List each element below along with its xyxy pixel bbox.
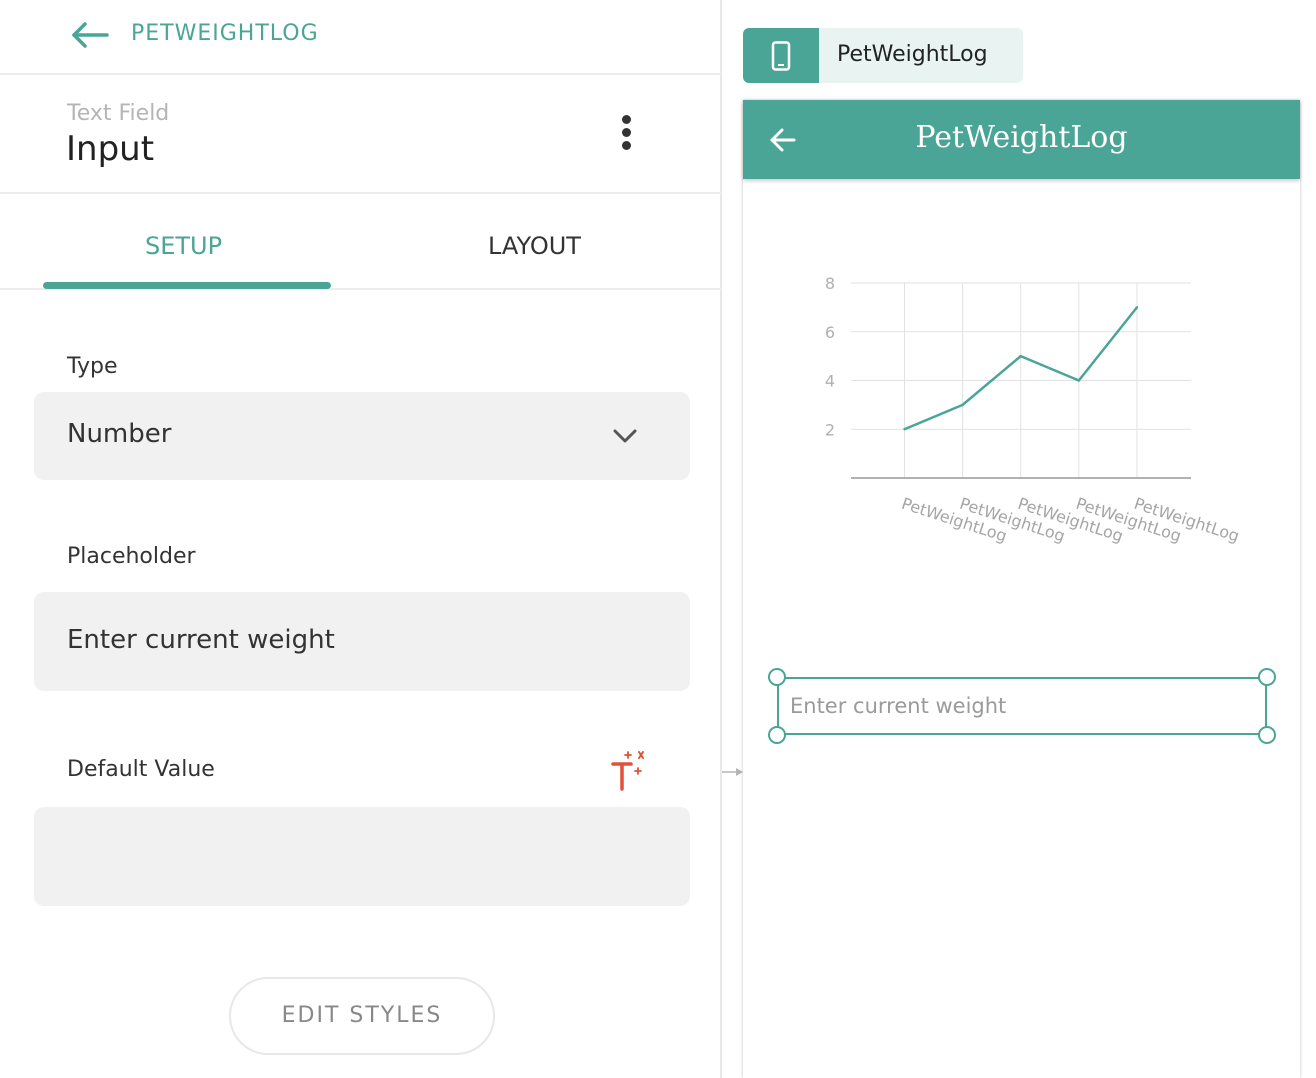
resize-handle-bottom-right[interactable] bbox=[1258, 726, 1276, 744]
chart-y-tick-label: 6 bbox=[825, 323, 835, 342]
connector-arrow-icon bbox=[722, 768, 743, 776]
edit-styles-button[interactable]: EDIT STYLES bbox=[229, 977, 495, 1055]
back-arrow-icon[interactable] bbox=[70, 20, 110, 50]
chevron-down-icon bbox=[613, 429, 637, 443]
phone-icon bbox=[771, 41, 791, 71]
placeholder-input-value: Enter current weight bbox=[67, 625, 335, 655]
chart-data-point bbox=[1135, 306, 1139, 309]
chart-y-tick-label: 8 bbox=[825, 274, 835, 293]
app-header: PetWeightLog bbox=[743, 100, 1300, 179]
chart-data-point bbox=[1077, 379, 1081, 382]
component-type-label: Text Field bbox=[67, 101, 170, 126]
default-value-input[interactable] bbox=[34, 807, 690, 906]
weight-line-chart: 2468PetWeightLogPetWeightLogPetWeightLog… bbox=[825, 274, 1242, 546]
placeholder-label: Placeholder bbox=[67, 544, 196, 569]
resize-handle-bottom-left[interactable] bbox=[768, 726, 786, 744]
type-label: Type bbox=[67, 354, 118, 379]
screen-selector[interactable]: PetWeightLog bbox=[743, 28, 1023, 83]
chip-icon-area bbox=[743, 28, 819, 83]
more-vert-icon[interactable] bbox=[612, 115, 640, 155]
tab-setup[interactable]: SETUP bbox=[145, 232, 222, 260]
magic-text-icon[interactable] bbox=[610, 750, 650, 792]
component-header: Text Field Input bbox=[0, 77, 722, 194]
panel-topbar: PETWEIGHTLOG bbox=[0, 0, 722, 75]
resize-handle-top-right[interactable] bbox=[1258, 668, 1276, 686]
placeholder-input[interactable]: Enter current weight bbox=[34, 592, 690, 691]
screen-selector-label: PetWeightLog bbox=[837, 42, 988, 67]
chart-y-tick-label: 4 bbox=[825, 372, 835, 391]
phone-preview: PetWeightLog 2 4 6 8 PetWeightLog PetWeightLo… bbox=[743, 100, 1300, 1078]
default-value-label: Default Value bbox=[67, 757, 215, 782]
properties-panel: PETWEIGHTLOG Text Field Input SETUP LAYO… bbox=[0, 0, 722, 1078]
type-select[interactable]: Number bbox=[34, 392, 690, 480]
resize-handle-top-left[interactable] bbox=[768, 668, 786, 686]
active-tab-indicator bbox=[43, 282, 331, 289]
weight-input[interactable] bbox=[779, 679, 1265, 733]
chart-data-point bbox=[961, 403, 964, 407]
tab-layout[interactable]: LAYOUT bbox=[488, 232, 581, 260]
panel-tabs: SETUP LAYOUT bbox=[0, 196, 722, 290]
component-name: Input bbox=[66, 129, 155, 169]
app-header-title: PetWeightLog bbox=[915, 120, 1128, 155]
chart-y-tick-label: 2 bbox=[825, 420, 835, 439]
chart-data-point bbox=[903, 428, 906, 431]
weight-input-selected[interactable] bbox=[768, 668, 1276, 744]
chart-data-point bbox=[1019, 354, 1022, 358]
type-select-value: Number bbox=[67, 419, 172, 449]
app-name-link[interactable]: PETWEIGHTLOG bbox=[131, 21, 319, 46]
